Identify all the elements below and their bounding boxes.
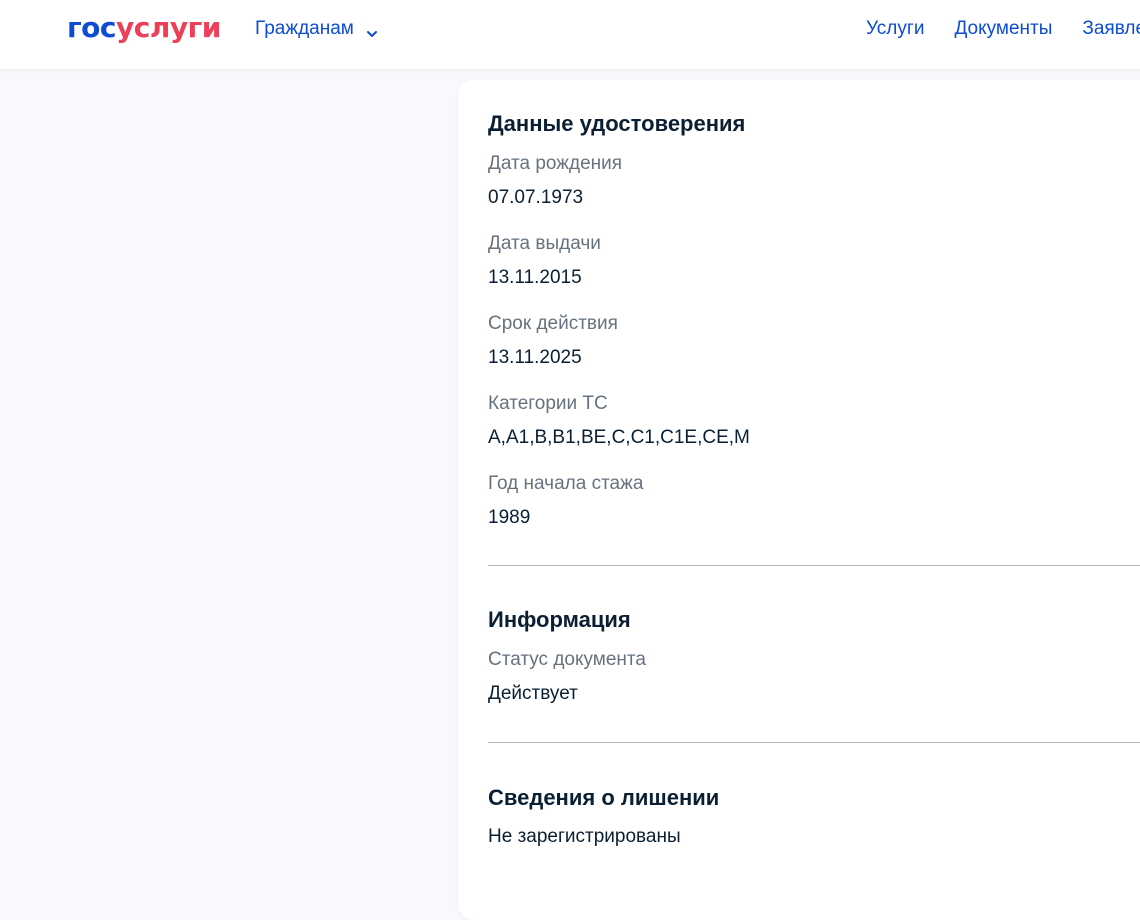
logo-part-gos: гос [67,11,116,44]
nav-link-services[interactable]: Услуги [866,17,924,41]
birth-date-value: 07.07.1973 [488,187,584,208]
citizens-menu-label: Гражданам [255,18,354,39]
chevron-down-icon [366,23,378,37]
nav-link-documents[interactable]: Документы [954,17,1052,41]
gosuslugi-logo[interactable]: госуслуги [67,10,221,46]
validity-value: 13.11.2025 [488,347,582,368]
logo-part-uslugi: услуги [115,11,221,44]
section-divider [488,742,1140,743]
vehicle-categories-label: Категории ТС [488,393,608,414]
top-header: госуслуги Гражданам Услуги Документы Зая… [0,0,1140,69]
deprivation-value: Не зарегистрированы [488,826,681,847]
document-status-label: Статус документа [488,649,646,670]
validity-label: Срок действия [488,313,618,334]
issue-date-label: Дата выдачи [488,233,601,254]
document-status-value: Действует [488,683,578,704]
deprivation-title: Сведения о лишении [488,785,720,810]
license-data-title: Данные удостоверения [488,111,746,136]
experience-start-label: Год начала стажа [488,473,644,494]
main-nav: Услуги Документы Заявления [866,17,1140,41]
information-title: Информация [488,607,631,632]
nav-link-applications[interactable]: Заявления [1082,17,1140,41]
citizens-menu-button[interactable]: Гражданам [255,17,378,41]
birth-date-label: Дата рождения [488,153,623,174]
experience-start-value: 1989 [488,507,531,528]
document-details-card: Данные удостоверения Дата рождения 07.07… [458,80,1140,920]
vehicle-categories-value: A,A1,B,B1,BE,C,C1,C1E,CE,M [488,427,750,448]
issue-date-value: 13.11.2015 [488,267,582,288]
section-divider [488,565,1140,566]
